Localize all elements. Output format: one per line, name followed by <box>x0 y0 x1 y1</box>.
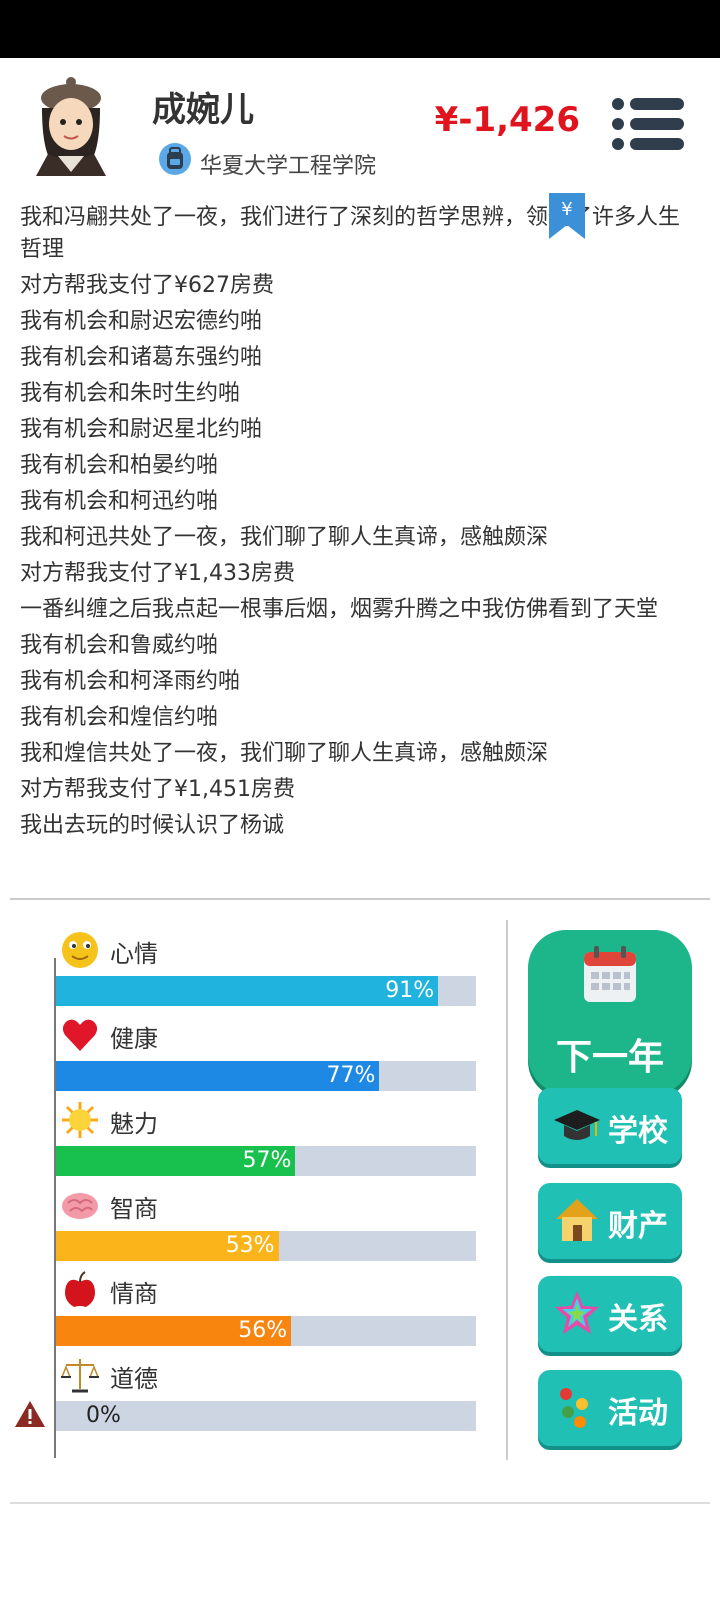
avatar[interactable] <box>28 68 114 176</box>
stat-mood: 心情 91% <box>56 930 476 1020</box>
log-entry: 我有机会和柯泽雨约啪 <box>20 669 241 694</box>
stat-label: 魅力 <box>110 1110 158 1138</box>
log-entry: 对方帮我支付了¥1,451房费 <box>20 777 295 802</box>
stat-iq: 智商 53% <box>56 1185 476 1275</box>
sun-icon <box>62 1102 98 1138</box>
stat-percent: 91% <box>385 978 435 1003</box>
next-year-button[interactable]: 下一年 <box>528 930 692 1094</box>
stat-label: 道德 <box>110 1365 158 1393</box>
stats-panel: 心情 91% 健康 77% 魅力 57% 智商 53% 情商 56% 道德 0% <box>0 900 500 1480</box>
log-entry: 我和煌信共处了一夜，我们聊了聊人生真谛，感触颇深 <box>20 741 549 766</box>
stat-percent: 0% <box>86 1403 121 1428</box>
bookmark-icon[interactable]: ¥ <box>549 193 585 239</box>
school-name: 华夏大学工程学院 <box>200 154 377 179</box>
property-label: 财产 <box>608 1209 668 1244</box>
log-entry: 我有机会和鲁威约啪 <box>20 633 219 658</box>
stat-charm: 魅力 57% <box>56 1100 476 1190</box>
stat-eq: 情商 56% <box>56 1270 476 1360</box>
log-entry: 我有机会和尉迟宏德约啪 <box>20 309 263 334</box>
log-entry: 我有机会和煌信约啪 <box>20 705 219 730</box>
star-icon <box>555 1291 599 1334</box>
school-button[interactable]: 学校 <box>538 1088 682 1164</box>
menu-button[interactable] <box>612 96 684 152</box>
menu-icon <box>612 98 624 110</box>
log-entry: 我有机会和尉迟星北约啪 <box>20 417 263 442</box>
stat-label: 心情 <box>110 940 158 968</box>
stat-percent: 57% <box>242 1148 292 1173</box>
player-name: 成婉儿 <box>152 90 254 130</box>
warning-icon[interactable] <box>14 1400 46 1428</box>
profile-header: 成婉儿 华夏大学工程学院 ¥-1,426 <box>0 58 720 188</box>
stat-percent: 53% <box>225 1233 275 1258</box>
stat-morality: 道德 0% <box>56 1355 476 1445</box>
backpack-icon <box>159 143 191 175</box>
log-entry: 一番纠缠之后我点起一根事后烟，烟雾升腾之中我仿佛看到了天堂 <box>20 597 659 622</box>
stat-bar-track: 0% <box>56 1401 476 1431</box>
stat-health: 健康 77% <box>56 1015 476 1105</box>
event-log[interactable]: 我和冯翩共处了一夜，我们进行了深刻的哲学思辨，领悟了许多人生哲理对方帮我支付了¥… <box>10 190 710 900</box>
house-icon <box>556 1199 598 1241</box>
log-entry: 我和柯迅共处了一夜，我们聊了聊人生真谛，感触颇深 <box>20 525 549 550</box>
stat-percent: 77% <box>326 1063 376 1088</box>
log-entry: 对方帮我支付了¥627房费 <box>20 273 274 298</box>
bookmark-symbol: ¥ <box>561 199 572 220</box>
bottom-divider <box>10 1502 710 1504</box>
log-entry: 我有机会和柏晏约啪 <box>20 453 219 478</box>
stat-percent: 56% <box>238 1318 288 1343</box>
stat-bar-track: 77% <box>56 1061 476 1091</box>
school-label: 学校 <box>608 1114 668 1149</box>
next-year-label: 下一年 <box>555 1037 664 1078</box>
panel-divider <box>506 920 508 1460</box>
stat-bar-track: 56% <box>56 1316 476 1346</box>
log-entry: 我出去玩的时候认识了杨诚 <box>20 813 285 838</box>
stat-label: 健康 <box>110 1025 158 1053</box>
stat-label: 智商 <box>110 1195 158 1223</box>
log-entry: 我和冯翩共处了一夜，我们进行了深刻的哲学思辨，领悟了许多人生哲理 <box>20 205 681 262</box>
calendar-icon <box>584 946 636 1002</box>
log-entry: 我有机会和朱时生约啪 <box>20 381 241 406</box>
heart-icon <box>62 1019 98 1051</box>
money-balance: ¥-1,426 <box>434 100 580 140</box>
activity-label: 活动 <box>608 1396 668 1431</box>
stat-label: 情商 <box>110 1280 158 1308</box>
stat-bar-track: 53% <box>56 1231 476 1261</box>
apple-icon <box>65 1271 95 1307</box>
log-entry: 我有机会和诸葛东强约啪 <box>20 345 263 370</box>
relations-label: 关系 <box>608 1302 668 1337</box>
log-entry: 对方帮我支付了¥1,433房费 <box>20 561 295 586</box>
stat-bar-track: 91% <box>56 976 476 1006</box>
activity-button[interactable]: 活动 <box>538 1370 682 1446</box>
status-bar <box>0 0 720 58</box>
graduation-cap-icon <box>554 1110 600 1140</box>
event-log-list: 我和冯翩共处了一夜，我们进行了深刻的哲学思辨，领悟了许多人生哲理对方帮我支付了¥… <box>20 202 700 846</box>
relations-button[interactable]: 关系 <box>538 1276 682 1352</box>
stat-bar-track: 57% <box>56 1146 476 1176</box>
scales-icon <box>60 1359 100 1393</box>
property-button[interactable]: 财产 <box>538 1183 682 1259</box>
log-entry: 我有机会和柯迅约啪 <box>20 489 219 514</box>
activity-dots-icon <box>560 1388 588 1428</box>
brain-icon <box>62 1193 98 1219</box>
smiley-icon <box>62 932 98 968</box>
